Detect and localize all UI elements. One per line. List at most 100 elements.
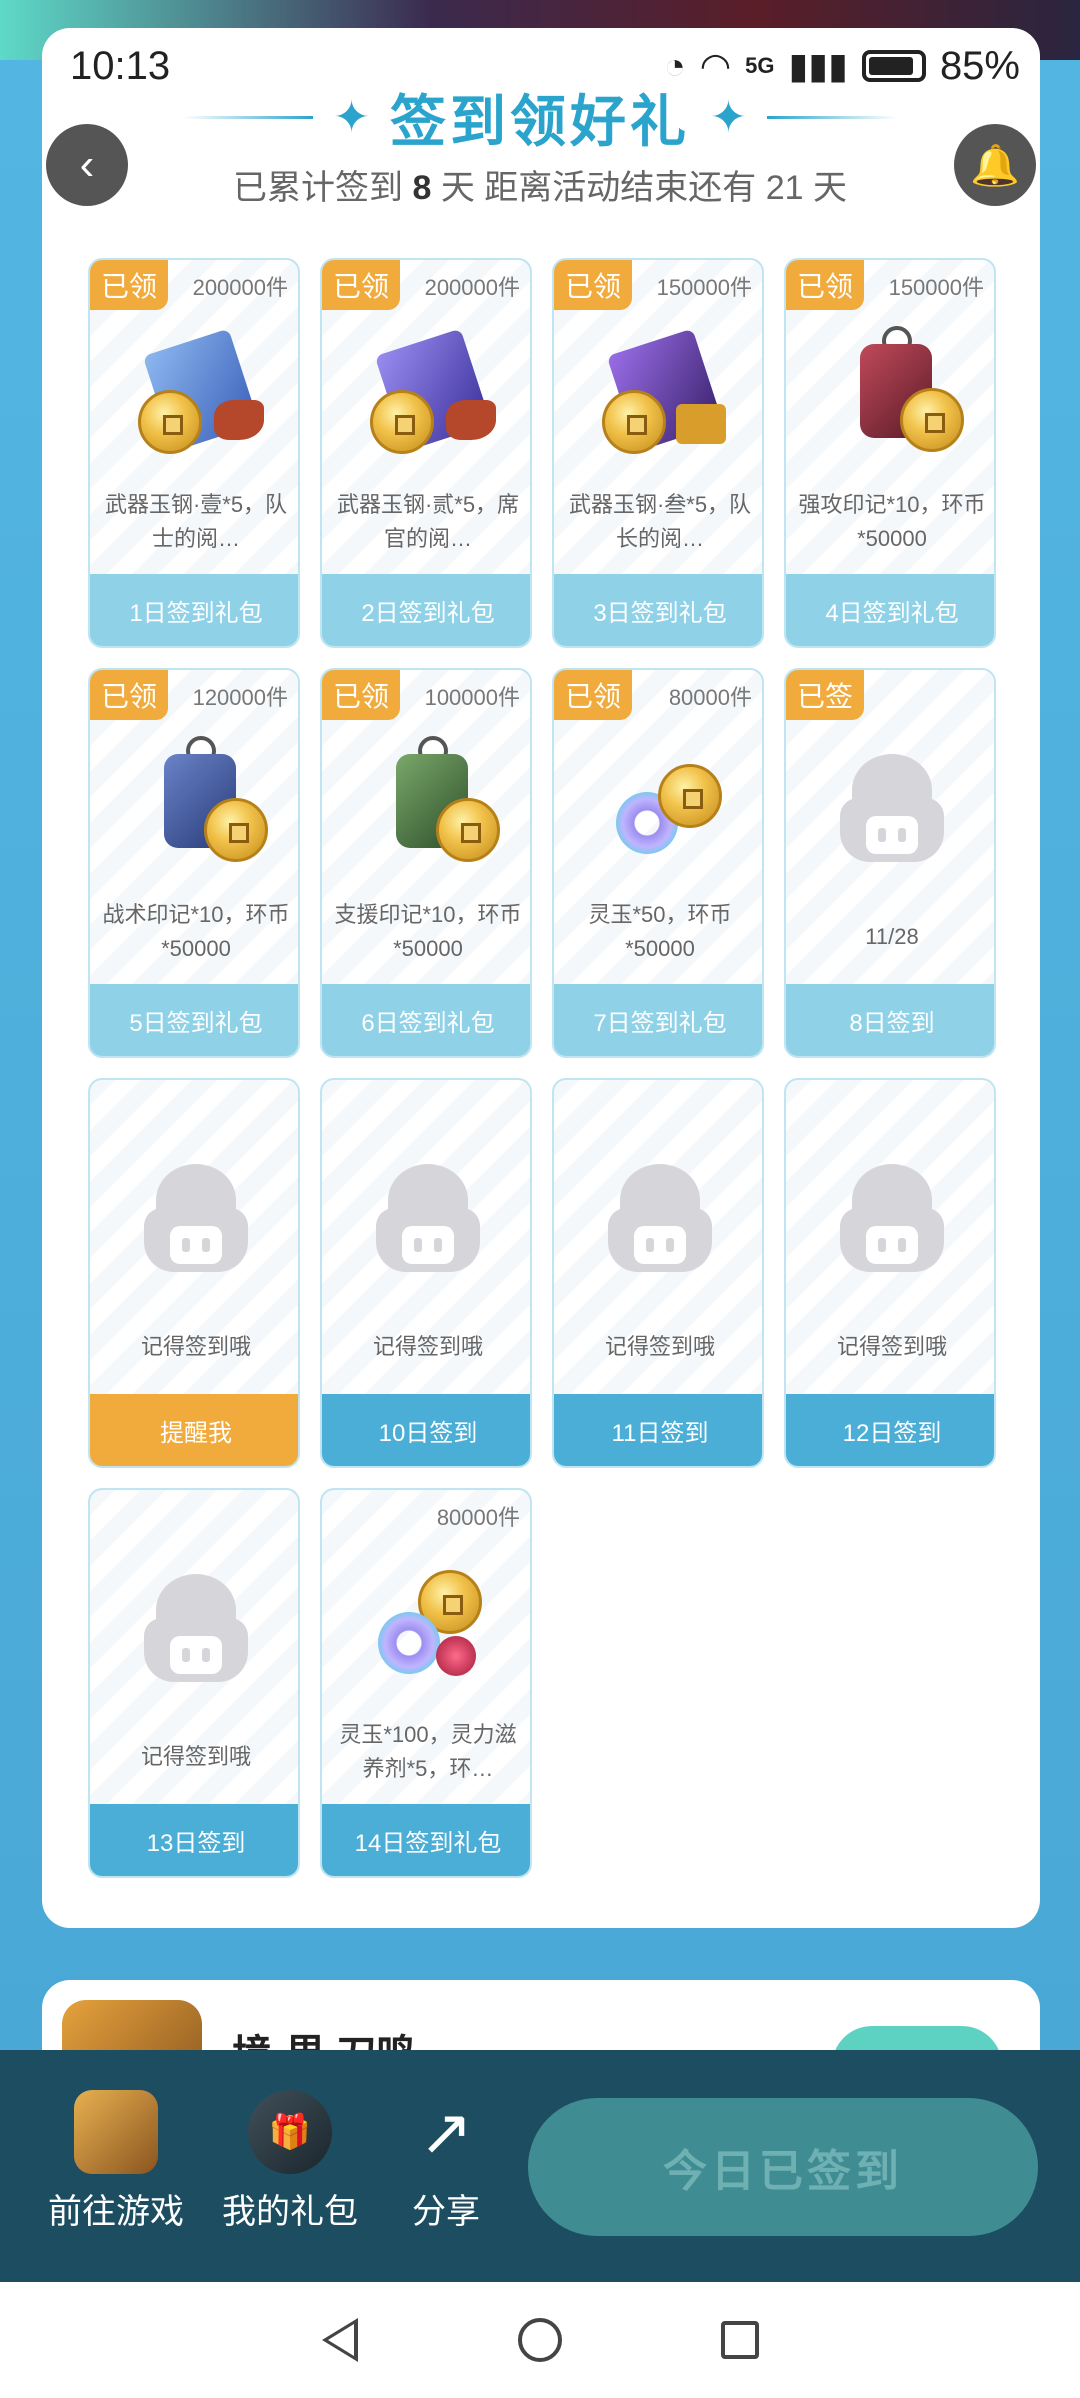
placeholder-avatar-icon — [144, 1164, 248, 1276]
signin-day-cell[interactable]: 记得签到哦 10日签到 — [320, 1078, 532, 1468]
cell-footer-button[interactable]: 提醒我 — [90, 1394, 298, 1466]
reward-image — [786, 730, 994, 890]
stock-count: 200000件 — [192, 275, 288, 300]
cell-footer-button[interactable]: 7日签到礼包 — [554, 984, 762, 1056]
signin-day-cell[interactable]: 已领 150000件强攻印记*10，环币*50000 4日签到礼包 — [784, 258, 996, 648]
signin-day-cell[interactable]: 记得签到哦 13日签到 — [88, 1488, 300, 1878]
nav-back-button[interactable] — [315, 2315, 365, 2365]
reward-image — [786, 1140, 994, 1300]
reward-description: 强攻印记*10，环币*50000 — [798, 492, 986, 551]
claimed-badge: 已签 — [786, 670, 864, 720]
cell-footer-button[interactable]: 5日签到礼包 — [90, 984, 298, 1056]
reward-image — [554, 1140, 762, 1300]
reward-image — [554, 320, 762, 480]
spirit-jade-potion-icon — [348, 1560, 508, 1700]
signin-day-cell[interactable]: 80000件 灵玉*100，灵力滋养剂*5，环… 14日签到礼包 — [320, 1488, 532, 1878]
claimed-badge: 已领 — [322, 260, 400, 310]
reward-description: 武器玉钢·贰*5，席官的阅… — [336, 492, 520, 551]
stock-count: 80000件 — [436, 1505, 520, 1530]
weapon-steel-gold-icon — [580, 328, 740, 470]
sparkle-icon: ✦ — [710, 92, 747, 142]
weapon-steel-purple-icon — [348, 328, 508, 470]
reward-description: 武器玉钢·叁*5，队长的阅… — [568, 492, 752, 551]
signin-day-cell[interactable]: 已签 11/28 8日签到 — [784, 668, 996, 1058]
gift-avatar-icon: 🎁 — [248, 2090, 332, 2174]
signed-today-button[interactable]: 今日已签到 — [528, 2098, 1038, 2236]
tactic-seal-icon — [116, 736, 276, 880]
spirit-jade-icon — [580, 740, 740, 880]
share-icon: ↗ — [419, 2095, 473, 2168]
claimed-badge: 已领 — [786, 260, 864, 310]
signin-progress-text: 已累计签到 8 天 距离活动结束还有 21 天 — [232, 169, 847, 207]
cell-footer-button[interactable]: 6日签到礼包 — [322, 984, 530, 1056]
stock-count: 100000件 — [424, 685, 520, 710]
reward-image — [90, 1550, 298, 1710]
my-gifts-button[interactable]: 🎁 我的礼包 — [222, 2090, 358, 2233]
placeholder-avatar-icon — [144, 1574, 248, 1686]
cell-footer-button[interactable]: 8日签到 — [786, 984, 994, 1056]
reward-image — [322, 320, 530, 480]
nav-recents-button[interactable] — [715, 2315, 765, 2365]
cell-footer-button[interactable]: 4日签到礼包 — [786, 574, 994, 646]
reward-image — [90, 730, 298, 890]
title-decoration-line — [183, 115, 314, 119]
stock-count: 80000件 — [668, 685, 752, 710]
sparkle-icon: ✦ — [333, 92, 370, 142]
title-row: ✦ 签到领好礼 ✦ — [0, 72, 1080, 162]
signin-grid: 已领 200000件 武器玉钢·壹*5，队士的阅… 1日签到礼包 已领 200000件 武器… — [88, 258, 998, 1878]
attack-seal-icon — [812, 326, 972, 470]
signin-day-cell[interactable]: 已领 200000件武器玉钢·壹*5，队士的阅… 1日签到礼包 — [88, 258, 300, 648]
stock-count: 150000件 — [656, 275, 752, 300]
cell-footer-button[interactable]: 2日签到礼包 — [322, 574, 530, 646]
reward-description: 支援印记*10，环币*50000 — [334, 902, 522, 961]
reward-image — [90, 1140, 298, 1300]
signin-day-cell[interactable]: 记得签到哦 12日签到 — [784, 1078, 996, 1468]
triangle-back-icon — [322, 2318, 358, 2362]
stock-count: 120000件 — [192, 685, 288, 710]
nav-home-button[interactable] — [515, 2315, 565, 2365]
cell-footer-button[interactable]: 13日签到 — [90, 1804, 298, 1876]
signin-day-cell[interactable]: 已领 80000件灵玉*50，环币*50000 7日签到礼包 — [552, 668, 764, 1058]
signin-day-cell[interactable]: 记得签到哦 11日签到 — [552, 1078, 764, 1468]
reward-image — [786, 320, 994, 480]
cell-footer-button[interactable]: 3日签到礼包 — [554, 574, 762, 646]
page-title: 签到领好礼 — [390, 89, 690, 153]
weapon-steel-blue-icon — [116, 328, 276, 470]
reward-description: 灵玉*50，环币*50000 — [588, 902, 732, 961]
cell-footer-button[interactable]: 14日签到礼包 — [322, 1804, 530, 1876]
cell-footer-button[interactable]: 10日签到 — [322, 1394, 530, 1466]
signin-day-cell[interactable]: 已领 150000件武器玉钢·叁*5，队长的阅… 3日签到礼包 — [552, 258, 764, 648]
placeholder-avatar-icon — [840, 754, 944, 866]
claimed-badge: 已领 — [554, 260, 632, 310]
reward-image — [322, 730, 530, 890]
support-seal-icon — [348, 736, 508, 880]
signin-day-cell[interactable]: 已领 120000件 战术印记*10，环币*50000 5日签到礼包 — [88, 668, 300, 1058]
reward-image — [322, 1550, 530, 1710]
reward-image — [90, 320, 298, 480]
signin-day-cell[interactable]: 记得签到哦 提醒我 — [88, 1078, 300, 1468]
claimed-badge: 已领 — [554, 670, 632, 720]
cell-footer-button[interactable]: 12日签到 — [786, 1394, 994, 1466]
title-decoration-line — [766, 115, 897, 119]
placeholder-avatar-icon — [608, 1164, 712, 1276]
stock-count: 200000件 — [424, 275, 520, 300]
share-button[interactable]: ↗ 分享 — [404, 2090, 488, 2233]
stock-count: 150000件 — [888, 275, 984, 300]
days-signed: 8 — [412, 169, 432, 207]
reward-description: 战术印记*10，环币*50000 — [102, 902, 290, 961]
game-icon — [74, 2090, 158, 2174]
signin-day-cell[interactable]: 已领 100000件支援印记*10，环币*50000 6日签到礼包 — [320, 668, 532, 1058]
reward-image — [554, 730, 762, 890]
square-recents-icon — [721, 2321, 759, 2359]
cell-footer-button[interactable]: 11日签到 — [554, 1394, 762, 1466]
go-to-game-button[interactable]: 前往游戏 — [48, 2090, 184, 2233]
signin-day-cell[interactable]: 已领 200000件武器玉钢·贰*5，席官的阅… 2日签到礼包 — [320, 258, 532, 648]
placeholder-avatar-icon — [840, 1164, 944, 1276]
placeholder-avatar-icon — [376, 1164, 480, 1276]
reward-description: 武器玉钢·壹*5，队士的阅… — [104, 492, 288, 551]
cell-footer-button[interactable]: 1日签到礼包 — [90, 574, 298, 646]
circle-home-icon — [518, 2318, 562, 2362]
claimed-badge: 已领 — [322, 670, 400, 720]
reward-image — [322, 1140, 530, 1300]
claimed-badge: 已领 — [90, 260, 168, 310]
